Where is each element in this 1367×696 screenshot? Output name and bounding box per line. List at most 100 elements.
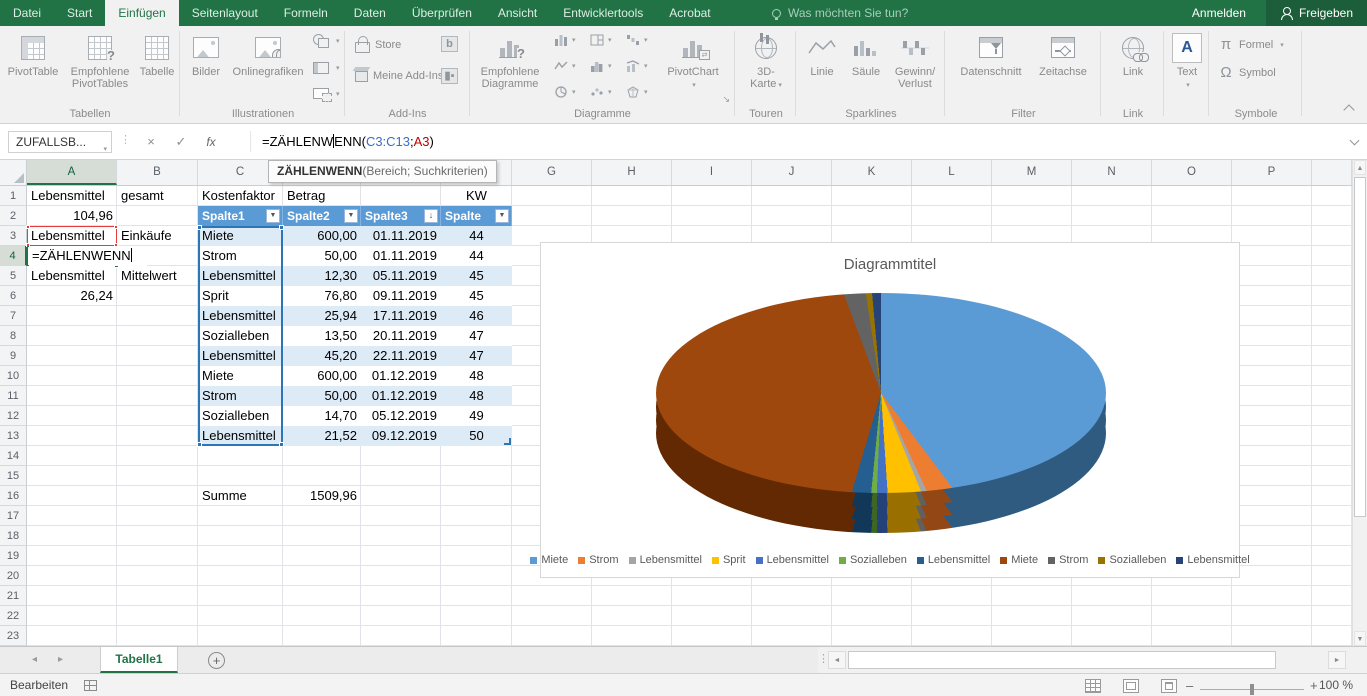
row-header-22[interactable]: 22 xyxy=(0,606,27,626)
ribbon-tab-formeln[interactable]: Formeln xyxy=(271,0,341,26)
column-header-B[interactable]: B xyxy=(117,160,198,185)
scroll-left-button[interactable]: ◄ xyxy=(828,651,846,669)
pivottable-button[interactable]: PivotTable xyxy=(2,29,64,78)
row-header-3[interactable]: 3 xyxy=(0,226,27,246)
sheet-nav-left-icon[interactable]: ◂ xyxy=(32,647,37,673)
expand-formula-bar-icon[interactable] xyxy=(1351,137,1359,145)
waterfall-chart-button[interactable]: ▾ xyxy=(626,34,648,46)
timeline-button[interactable]: Zeitachse xyxy=(1032,29,1094,78)
filter-button-C[interactable]: ▼ xyxy=(266,209,280,223)
row-header-20[interactable]: 20 xyxy=(0,566,27,586)
cell-A4[interactable]: =ZÄHLENWENN xyxy=(29,246,147,266)
column-header-L[interactable]: L xyxy=(912,160,992,185)
recommended-charts-button[interactable]: ? EmpfohleneDiagramme xyxy=(476,29,544,90)
cell-C8[interactable]: Sozialleben xyxy=(198,326,283,346)
column-header-H[interactable]: H xyxy=(592,160,672,185)
text-button[interactable]: A Text▾ xyxy=(1171,29,1203,92)
cell-F10[interactable]: 48 xyxy=(441,366,512,386)
cell-F1[interactable]: KW xyxy=(441,186,512,206)
cell-A3[interactable]: Lebensmittel xyxy=(27,226,117,246)
statistic-chart-button[interactable]: ▾ xyxy=(590,60,612,72)
cell-D13[interactable]: 21,52 xyxy=(283,426,361,446)
pivotchart-button[interactable]: ⇄ PivotChart▾ xyxy=(662,29,724,92)
cell-E6[interactable]: 09.11.2019 xyxy=(361,286,441,306)
cell-C13[interactable]: Lebensmittel xyxy=(198,426,283,446)
recommended-pivottables-button[interactable]: ? EmpfohlenePivotTables xyxy=(64,29,136,90)
cell-F4[interactable]: 44 xyxy=(441,246,512,266)
cell-C12[interactable]: Sozialleben xyxy=(198,406,283,426)
cell-A2[interactable]: 104,96 xyxy=(27,206,117,226)
cell-D4[interactable]: 50,00 xyxy=(283,246,361,266)
cell-F3[interactable]: 44 xyxy=(441,226,512,246)
cell-D9[interactable]: 45,20 xyxy=(283,346,361,366)
column-header-A[interactable]: A xyxy=(27,160,117,185)
formula-bar-splitter[interactable]: ⋮ xyxy=(120,133,131,146)
vertical-scroll-thumb[interactable] xyxy=(1354,177,1366,517)
table-button[interactable]: Tabelle xyxy=(136,29,178,78)
scroll-down-button[interactable]: ▼ xyxy=(1354,631,1366,646)
cell-E10[interactable]: 01.12.2019 xyxy=(361,366,441,386)
row-header-17[interactable]: 17 xyxy=(0,506,27,526)
legend-item-5[interactable]: Lebensmittel xyxy=(756,554,829,566)
row-header-23[interactable]: 23 xyxy=(0,626,27,646)
filter-button-D[interactable]: ▼ xyxy=(344,209,358,223)
legend-item-11[interactable]: Lebensmittel xyxy=(1176,554,1249,566)
cell-E8[interactable]: 20.11.2019 xyxy=(361,326,441,346)
cell-C11[interactable]: Strom xyxy=(198,386,283,406)
ribbon-tab-start[interactable]: Start xyxy=(54,0,105,26)
row-header-10[interactable]: 10 xyxy=(0,366,27,386)
legend-item-1[interactable]: Miete xyxy=(530,554,568,566)
zoom-level[interactable]: 100 % xyxy=(1319,678,1353,692)
legend-item-6[interactable]: Sozialleben xyxy=(839,554,907,566)
bing-maps-button[interactable]: b xyxy=(441,36,458,52)
pie-chart-object[interactable]: Diagrammtitel MieteStromLebensmittelSpri… xyxy=(540,242,1240,578)
cell-E13[interactable]: 09.12.2019 xyxy=(361,426,441,446)
cell-D5[interactable]: 12,30 xyxy=(283,266,361,286)
cell-D3[interactable]: 600,00 xyxy=(283,226,361,246)
cell-F6[interactable]: 45 xyxy=(441,286,512,306)
normal-view-button[interactable] xyxy=(1085,679,1101,693)
page-layout-view-button[interactable] xyxy=(1123,679,1139,693)
row-header-21[interactable]: 21 xyxy=(0,586,27,606)
enter-button[interactable]: ✓ xyxy=(166,131,196,153)
row-header-1[interactable]: 1 xyxy=(0,186,27,206)
row-header-12[interactable]: 12 xyxy=(0,406,27,426)
cell-E5[interactable]: 05.11.2019 xyxy=(361,266,441,286)
cell-F11[interactable]: 48 xyxy=(441,386,512,406)
row-header-13[interactable]: 13 xyxy=(0,426,27,446)
cell-C16[interactable]: Summe xyxy=(198,486,283,506)
cell-B5[interactable]: Mittelwert xyxy=(117,266,198,286)
scroll-up-button[interactable]: ▲ xyxy=(1354,160,1366,175)
cancel-button[interactable]: × xyxy=(136,131,166,153)
shapes-button[interactable]: ▾ xyxy=(313,34,340,48)
column-header-J[interactable]: J xyxy=(752,160,832,185)
macro-record-icon[interactable] xyxy=(84,680,97,691)
ribbon-tab-überprüfen[interactable]: Überprüfen xyxy=(399,0,485,26)
cell-E11[interactable]: 01.12.2019 xyxy=(361,386,441,406)
pictures-button[interactable]: Bilder xyxy=(185,29,227,78)
cell-D11[interactable]: 50,00 xyxy=(283,386,361,406)
ribbon-tab-entwicklertools[interactable]: Entwicklertools xyxy=(550,0,656,26)
ribbon-tab-ansicht[interactable]: Ansicht xyxy=(485,0,550,26)
cell-F8[interactable]: 47 xyxy=(441,326,512,346)
ribbon-tab-einfügen[interactable]: Einfügen xyxy=(105,0,178,26)
cell-F5[interactable]: 45 xyxy=(441,266,512,286)
row-header-14[interactable]: 14 xyxy=(0,446,27,466)
my-addins-button[interactable]: Meine Add-Ins▾ xyxy=(355,70,454,82)
zoom-out-button[interactable]: – xyxy=(1186,678,1193,693)
row-header-8[interactable]: 8 xyxy=(0,326,27,346)
cell-B3[interactable]: Einkäufe xyxy=(117,226,198,246)
equation-button[interactable]: πFormel▾ xyxy=(1218,36,1284,53)
zoom-in-button[interactable]: + xyxy=(1310,678,1318,693)
cell-F9[interactable]: 47 xyxy=(441,346,512,366)
3d-map-button[interactable]: 3D-Karte▾ xyxy=(741,29,791,92)
column-chart-button[interactable]: ▾ xyxy=(554,34,576,46)
cell-E7[interactable]: 17.11.2019 xyxy=(361,306,441,326)
cell-C3[interactable]: Miete xyxy=(198,226,283,246)
hierarchy-chart-button[interactable]: ▾ xyxy=(590,34,612,46)
cell-F13[interactable]: 50 xyxy=(441,426,512,446)
legend-item-4[interactable]: Sprit xyxy=(712,554,746,566)
combo-chart-button[interactable]: ▾ xyxy=(626,60,648,72)
legend-item-10[interactable]: Sozialleben xyxy=(1098,554,1166,566)
cell-C6[interactable]: Sprit xyxy=(198,286,283,306)
